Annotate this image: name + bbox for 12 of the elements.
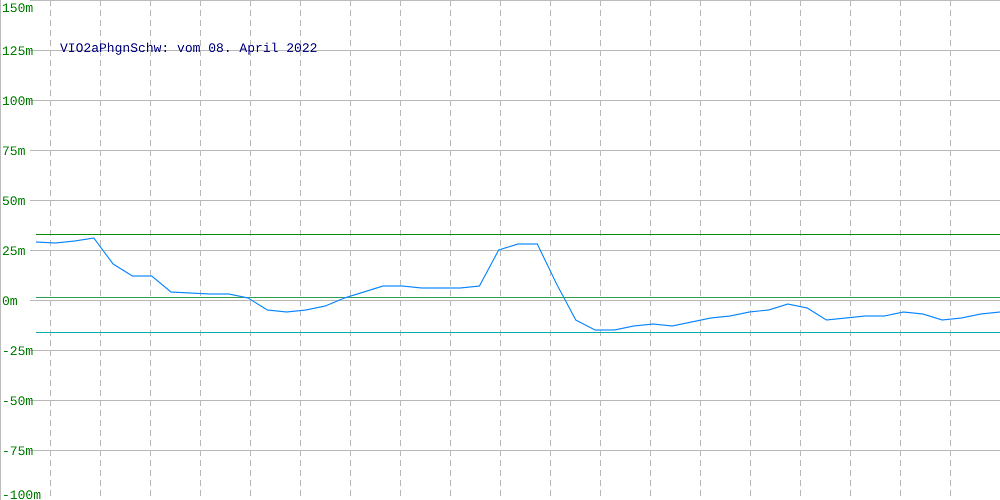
y-axis-tick-label: -50m: [2, 394, 34, 409]
chart-title: VIO2aPhgnSchw: vom 08. April 2022: [60, 41, 318, 56]
y-axis-tick-label: 50m: [2, 194, 26, 209]
y-axis-tick-label: -25m: [2, 344, 34, 359]
y-axis-tick-label: 75m: [2, 144, 26, 159]
y-axis-tick-label: 25m: [2, 244, 26, 259]
y-axis-tick-label: 150m: [2, 1, 34, 16]
y-axis-tick-label: 100m: [2, 94, 34, 109]
y-axis-tick-label: -75m: [2, 444, 34, 459]
y-axis-tick-label: -100m: [2, 488, 42, 500]
y-axis-tick-label: 125m: [2, 44, 34, 59]
y-axis-tick-label: 0m: [2, 294, 18, 309]
